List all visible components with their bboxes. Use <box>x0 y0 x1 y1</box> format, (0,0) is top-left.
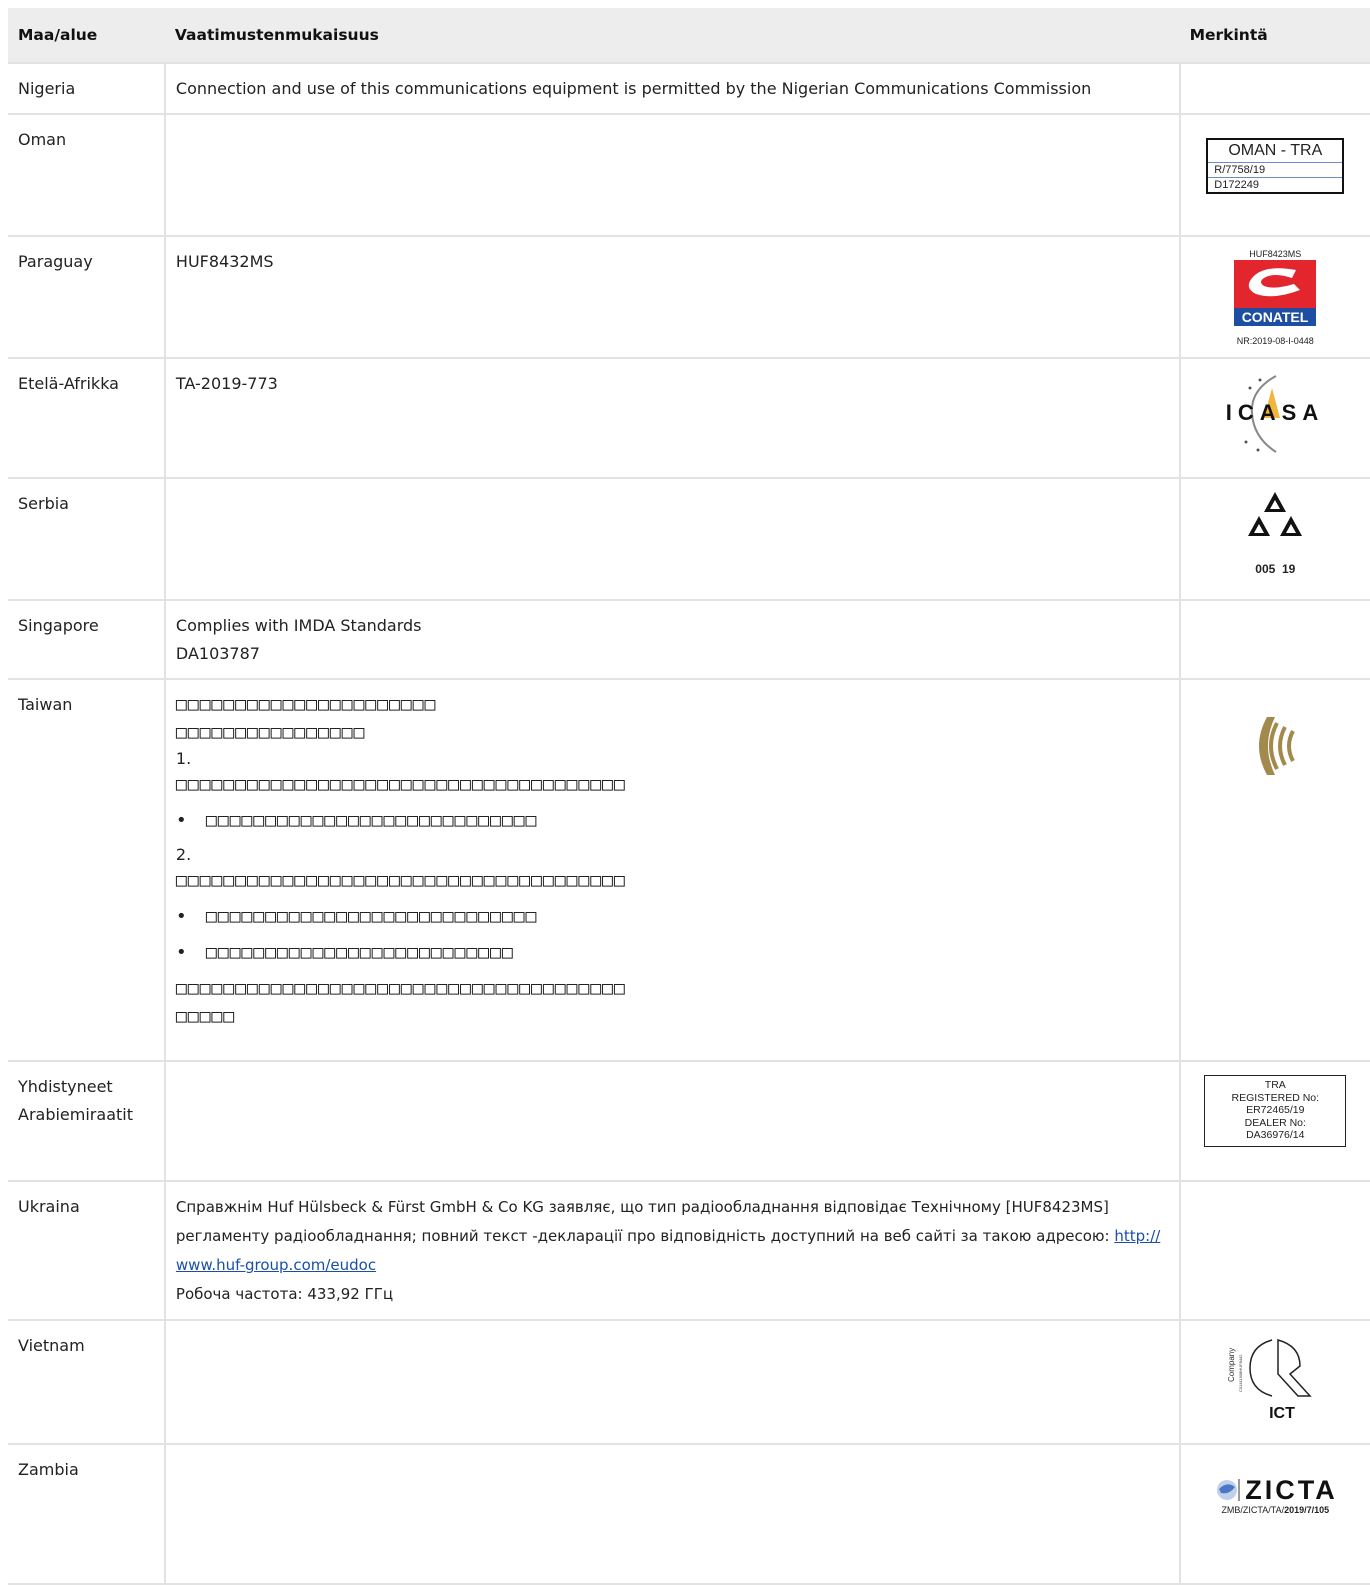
icasa-logo-icon: ICASA <box>1226 375 1324 453</box>
table-row: Ukraina Справжнім Huf Hülsbeck & Fürst G… <box>8 1180 1370 1321</box>
table-row: Paraguay HUF8432MS HUF8423MS CONATEL NR:… <box>8 235 1370 359</box>
country-cell: Paraguay <box>8 235 166 359</box>
ict-code-text: C01411908HUF8442 <box>1238 1354 1243 1392</box>
taiwan-number-1: 1. <box>175 749 192 768</box>
compliance-cell <box>163 1319 1181 1445</box>
table-row: Serbia 005 19 <box>8 477 1370 601</box>
tra-line: DEALER No: <box>1244 1116 1306 1129</box>
header-country: Maa/alue <box>8 8 165 63</box>
singapore-line-2: DA103787 <box>175 644 260 663</box>
taiwan-closing-1: □□□□□□□□□□□□□□□□□□□□□□□□□□□□□□□□□□□□□□ <box>175 978 626 999</box>
serbia-code: 005 19 <box>1255 562 1296 576</box>
conatel-brand-text: CONATEL <box>1242 309 1309 325</box>
table-row: Taiwan □□□□□□□□□□□□□□□□□□□□□□ □□□□□□□□□□… <box>8 678 1370 1062</box>
oman-mark-title: OMAN - TRA <box>1208 140 1343 163</box>
table-row: Yhdistyneet Arabiemiraatit TRA REGISTERE… <box>8 1060 1370 1182</box>
country-cell: Oman <box>8 113 166 237</box>
icasa-brand-text: ICASA <box>1226 400 1324 425</box>
compliance-document: Maa/alue Vaatimustenmukaisuus Merkintä N… <box>8 8 1370 1585</box>
table-row: Nigeria Connection and use of this commu… <box>8 62 1370 115</box>
country-cell: Vietnam <box>8 1319 166 1445</box>
table-header-row: Maa/alue Vaatimustenmukaisuus Merkintä <box>8 8 1370 63</box>
ict-label-text: ICT <box>1269 1405 1295 1422</box>
country-cell: Nigeria <box>8 62 166 115</box>
taiwan-bullets-2: □□□□□□□□□□□□□□□□□□□□□□□□□□□□ □□□□□□□□□□□… <box>176 899 1169 971</box>
oman-tra-mark: OMAN - TRA R/7758/19 D172249 <box>1206 138 1345 194</box>
tra-line: DA36976/14 <box>1246 1129 1305 1141</box>
compliance-cell: Справжнім Huf Hülsbeck & Fürst GmbH & Co… <box>163 1180 1181 1321</box>
compliance-cell: Complies with IMDA Standards DA103787 <box>163 599 1181 680</box>
mark-cell: TRA REGISTERED No: ER72465/19 DEALER No:… <box>1178 1060 1370 1182</box>
tra-line: ER72465/19 <box>1246 1104 1305 1116</box>
compliance-cell <box>163 477 1181 601</box>
taiwan-number-2: 2. <box>175 845 192 864</box>
mark-cell: ZICTA ZMB/ZICTA/TA/2019/7/105 <box>1178 1443 1370 1585</box>
compliance-cell <box>163 1060 1181 1182</box>
taiwan-bullets-1: □□□□□□□□□□□□□□□□□□□□□□□□□□□□ <box>176 803 1169 839</box>
mark-cell: 005 19 <box>1178 477 1370 601</box>
taiwan-intro-2: □□□□□□□□□□□□□□□□ <box>175 722 366 743</box>
zicta-number-prefix: ZMB/ZICTA/TA/ <box>1221 1505 1285 1516</box>
mark-cell: ICASA <box>1178 357 1370 479</box>
taiwan-paragraph-1: □□□□□□□□□□□□□□□□□□□□□□□□□□□□□□□□□□□□□□ <box>175 774 626 795</box>
conatel-number: NR:2019-08-I-0448 <box>1236 336 1314 346</box>
zicta-mark: ZICTA ZMB/ZICTA/TA/2019/7/105 <box>1191 1476 1360 1516</box>
country-cell: Ukraina <box>8 1180 166 1321</box>
table-row: Singapore Complies with IMDA Standards D… <box>8 599 1370 680</box>
compliance-cell <box>163 1443 1181 1585</box>
country-cell: Serbia <box>8 477 166 601</box>
header-mark: Merkintä <box>1179 8 1370 63</box>
country-cell: Zambia <box>8 1443 166 1585</box>
singapore-line-1: Complies with IMDA Standards <box>175 616 422 635</box>
header-compliance: Vaatimustenmukaisuus <box>164 8 1180 63</box>
table-row: Oman OMAN - TRA R/7758/19 D172249 <box>8 113 1370 237</box>
serbia-triangles-icon <box>1248 492 1303 536</box>
list-item: □□□□□□□□□□□□□□□□□□□□□□□□□□□□ <box>176 899 1169 935</box>
mark-cell <box>1178 1180 1370 1321</box>
ukraine-frequency: Робоча частота: 433,92 ГГц <box>175 1285 394 1303</box>
compliance-cell: HUF8432MS <box>163 235 1181 359</box>
compliance-cell: Connection and use of this communication… <box>163 62 1181 115</box>
oman-mark-dealer: D172249 <box>1208 177 1343 192</box>
country-cell: Yhdistyneet Arabiemiraatit <box>8 1060 166 1182</box>
mark-cell <box>1178 599 1370 680</box>
ict-company-text: Company <box>1227 1348 1236 1382</box>
taiwan-paragraph-2: □□□□□□□□□□□□□□□□□□□□□□□□□□□□□□□□□□□□□□ <box>175 870 626 891</box>
list-item: □□□□□□□□□□□□□□□□□□□□□□□□□□□□ <box>176 803 1169 839</box>
mark-cell <box>1178 678 1370 1062</box>
compliance-cell <box>163 113 1181 237</box>
oman-mark-reg: R/7758/19 <box>1214 164 1266 176</box>
ukraine-declaration: Справжнім Huf Hülsbeck & Fürst GmbH & Co… <box>175 1198 1115 1245</box>
mark-cell: OMAN - TRA R/7758/19 D172249 <box>1178 113 1370 237</box>
taiwan-closing-2: □□□□□ <box>175 1006 236 1027</box>
table-row: Zambia ZICTA ZMB/ZICTA/TA/2019/7/105 <box>8 1443 1370 1585</box>
country-cell: Taiwan <box>8 678 166 1062</box>
conatel-logo-icon: CONATEL <box>1234 260 1317 326</box>
zicta-brand: ZICTA <box>1245 1475 1338 1505</box>
compliance-table: Maa/alue Vaatimustenmukaisuus Merkintä N… <box>8 8 1370 1585</box>
table-row: Vietnam Company C01411908HUF8442 ICT <box>8 1319 1370 1445</box>
zicta-number-value: 2019/7/105 <box>1284 1505 1330 1516</box>
vietnam-ict-logo-icon: Company C01411908HUF8442 ICT <box>1227 1339 1312 1422</box>
mark-cell <box>1178 62 1370 115</box>
mark-cell: HUF8423MS CONATEL NR:2019-08-I-0448 <box>1178 235 1370 359</box>
compliance-cell: TA-2019-773 <box>163 357 1181 479</box>
taiwan-intro-1: □□□□□□□□□□□□□□□□□□□□□□ <box>175 694 437 715</box>
mark-cell: Company C01411908HUF8442 ICT <box>1178 1319 1370 1445</box>
uae-tra-mark: TRA REGISTERED No: ER72465/19 DEALER No:… <box>1204 1075 1347 1147</box>
zicta-number: ZMB/ZICTA/TA/2019/7/105 <box>1191 1504 1360 1516</box>
list-item: □□□□□□□□□□□□□□□□□□□□□□□□□□ <box>176 935 1169 971</box>
conatel-model: HUF8423MS <box>1249 249 1302 259</box>
country-cell: Singapore <box>8 599 166 680</box>
tra-line: REGISTERED No: <box>1231 1091 1320 1104</box>
table-row: Etelä-Afrikka TA-2019-773 ICASA <box>8 357 1370 479</box>
compliance-cell: □□□□□□□□□□□□□□□□□□□□□□ □□□□□□□□□□□□□□□□ … <box>163 678 1181 1062</box>
ncc-logo-icon <box>1259 717 1296 775</box>
zicta-globe-icon <box>1216 1479 1240 1501</box>
tra-line: TRA <box>1264 1079 1286 1091</box>
country-cell: Etelä-Afrikka <box>8 357 166 479</box>
